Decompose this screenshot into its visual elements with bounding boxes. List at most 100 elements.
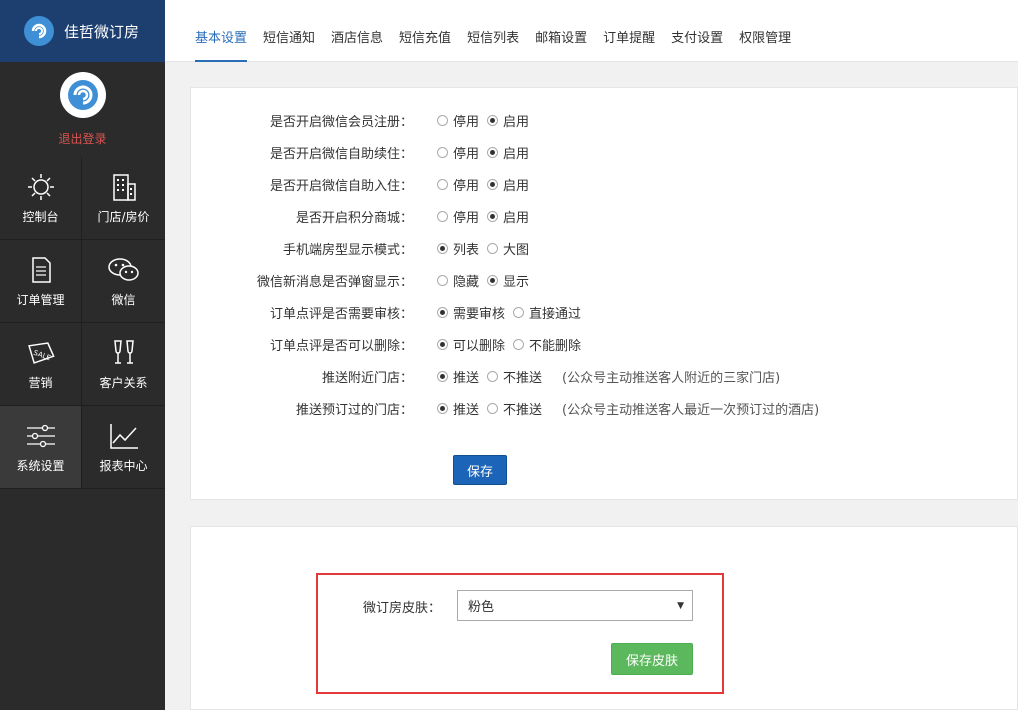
radio-button[interactable] — [487, 210, 499, 222]
radio-button[interactable] — [437, 306, 448, 318]
radio-label: 大图 — [503, 242, 530, 258]
save-skin-button[interactable]: 保存皮肤 — [611, 643, 693, 675]
radio-option[interactable]: 列表 — [437, 239, 479, 258]
radio-option[interactable]: 不推送 — [487, 399, 542, 418]
radio-option[interactable]: 启用 — [487, 175, 529, 194]
radio-option[interactable]: 大图 — [487, 239, 529, 258]
radio-button[interactable] — [437, 338, 448, 350]
wechat-icon — [107, 257, 139, 281]
tab-basic-settings[interactable]: 基本设置 — [195, 27, 248, 62]
radio-option[interactable]: 停用 — [437, 175, 479, 194]
tab-email-settings[interactable]: 邮箱设置 — [535, 27, 587, 62]
radio-option[interactable]: 推送 — [437, 367, 479, 386]
radio-label: 停用 — [453, 114, 480, 130]
nav-dashboard[interactable]: 控制台 — [0, 157, 82, 240]
setting-label: 推送附近门店： — [321, 370, 413, 386]
nav-label: 门店/房价 — [97, 209, 150, 224]
radio-label: 直接通过 — [529, 306, 582, 322]
setting-label: 订单点评是否可以删除： — [269, 338, 413, 354]
radio-label: 停用 — [453, 210, 480, 226]
radio-button[interactable] — [487, 114, 499, 126]
tab-sms-list[interactable]: 短信列表 — [467, 27, 519, 62]
save-button[interactable]: 保存 — [453, 455, 507, 485]
avatar — [59, 72, 106, 118]
radio-option[interactable]: 隐藏 — [437, 271, 479, 290]
radio-button[interactable] — [487, 274, 499, 286]
setting-row: 订单点评是否需要审核： 需要审核 直接通过 — [191, 302, 589, 322]
radio-option[interactable]: 不推送 — [487, 367, 542, 386]
radio-option[interactable]: 不能删除 — [513, 335, 581, 354]
radio-button[interactable] — [437, 274, 448, 286]
glasses-toast-icon — [113, 339, 134, 364]
settings-panel: 是否开启微信会员注册： 停用 启用 是否开启微信自助续住： 停用 启用 是否开启微信自助入住… — [190, 87, 1018, 500]
nav-wechat[interactable]: 微信 — [82, 240, 165, 323]
radio-button[interactable] — [437, 370, 448, 382]
radio-button[interactable] — [437, 178, 448, 190]
nav-label: 控制台 — [22, 209, 59, 224]
nav-system-settings[interactable]: 系统设置 — [0, 406, 82, 489]
radio-button[interactable] — [487, 146, 499, 158]
radio-label: 停用 — [453, 146, 480, 162]
top-bar: 基本设置 短信通知 酒店信息 短信充值 短信列表 邮箱设置 订单提醒 支付设置 … — [165, 0, 1018, 62]
setting-label: 是否开启微信自助续住： — [269, 146, 413, 162]
chevron-down-icon: ▼ — [677, 601, 684, 611]
setting-row: 是否开启微信自助入住： 停用 启用 — [191, 174, 537, 194]
radio-button[interactable] — [437, 210, 448, 222]
radio-option[interactable]: 启用 — [487, 111, 529, 130]
nav-label: 客户关系 — [99, 375, 148, 390]
tab-order-reminder[interactable]: 订单提醒 — [603, 27, 655, 62]
nav-stores-prices[interactable]: 门店/房价 — [82, 157, 165, 240]
nav-label: 订单管理 — [16, 292, 65, 307]
radio-button[interactable] — [437, 146, 448, 158]
nav-customers[interactable]: 客户关系 — [82, 323, 165, 406]
radio-button[interactable] — [487, 242, 499, 254]
setting-label: 是否开启微信自助入住： — [269, 178, 413, 194]
setting-row: 推送预订过的门店： 推送 不推送 (公众号主动推送客人最近一次预订过的酒店) — [191, 398, 819, 418]
radio-button[interactable] — [487, 178, 499, 190]
radio-option[interactable]: 停用 — [437, 111, 479, 130]
radio-option[interactable]: 推送 — [437, 399, 479, 418]
radio-option[interactable]: 可以删除 — [437, 335, 505, 354]
document-icon — [31, 256, 51, 283]
tab-sms-notice[interactable]: 短信通知 — [263, 27, 315, 62]
radio-option[interactable]: 直接通过 — [513, 303, 581, 322]
setting-label: 微信新消息是否弹窗显示： — [256, 274, 413, 290]
tab-permissions[interactable]: 权限管理 — [739, 27, 791, 62]
tab-sms-recharge[interactable]: 短信充值 — [399, 27, 451, 62]
setting-row: 是否开启微信会员注册： 停用 启用 — [191, 110, 537, 130]
setting-row: 推送附近门店： 推送 不推送 (公众号主动推送客人附近的三家门店) — [191, 366, 780, 386]
radio-button[interactable] — [487, 370, 499, 382]
skin-select-value: 粉色 — [468, 600, 495, 615]
radio-button[interactable] — [437, 114, 448, 126]
radio-button[interactable] — [513, 338, 525, 350]
radio-button[interactable] — [487, 402, 499, 414]
radio-option[interactable]: 停用 — [437, 207, 479, 226]
nav-marketing[interactable]: SALE 营销 — [0, 323, 82, 406]
radio-button[interactable] — [437, 242, 448, 254]
radio-option[interactable]: 停用 — [437, 143, 479, 162]
setting-label: 推送预订过的门店： — [295, 402, 413, 418]
nav-orders[interactable]: 订单管理 — [0, 240, 82, 323]
radio-label: 启用 — [503, 146, 530, 162]
radio-button[interactable] — [437, 402, 448, 414]
radio-option[interactable]: 启用 — [487, 207, 529, 226]
radio-label: 停用 — [453, 178, 480, 194]
radio-button[interactable] — [513, 306, 525, 318]
tab-hotel-info[interactable]: 酒店信息 — [331, 27, 383, 62]
skin-select[interactable]: 粉色 ▼ — [457, 590, 693, 621]
nav-label: 营销 — [28, 375, 53, 390]
radio-option[interactable]: 启用 — [487, 143, 529, 162]
tab-bar: 基本设置 短信通知 酒店信息 短信充值 短信列表 邮箱设置 订单提醒 支付设置 … — [165, 0, 1018, 62]
user-block: 退出登录 — [0, 62, 165, 157]
setting-row: 是否开启微信自助续住： 停用 启用 — [191, 142, 537, 162]
radio-option[interactable]: 需要审核 — [437, 303, 505, 322]
tab-payment-settings[interactable]: 支付设置 — [671, 27, 723, 62]
nav-reports[interactable]: 报表中心 — [82, 406, 165, 489]
radio-label: 不推送 — [503, 402, 543, 418]
building-icon — [112, 173, 136, 201]
radio-label: 需要审核 — [453, 306, 506, 322]
setting-hint: (公众号主动推送客人最近一次预订过的酒店) — [562, 402, 820, 418]
radio-option[interactable]: 显示 — [487, 271, 529, 290]
logout-link[interactable]: 退出登录 — [58, 130, 106, 147]
setting-row: 是否开启积分商城： 停用 启用 — [191, 206, 537, 226]
